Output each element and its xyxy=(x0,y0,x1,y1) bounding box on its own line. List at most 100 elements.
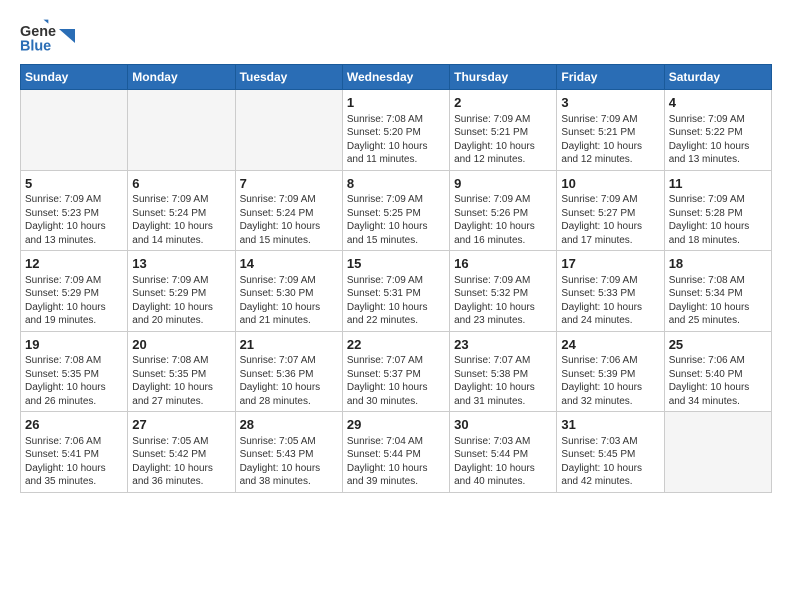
calendar-cell: 10Sunrise: 7:09 AM Sunset: 5:27 PM Dayli… xyxy=(557,170,664,251)
calendar-cell: 16Sunrise: 7:09 AM Sunset: 5:32 PM Dayli… xyxy=(450,251,557,332)
calendar-week-row: 1Sunrise: 7:08 AM Sunset: 5:20 PM Daylig… xyxy=(21,90,772,171)
day-number: 19 xyxy=(25,336,123,354)
weekday-header-monday: Monday xyxy=(128,65,235,90)
day-info: Sunrise: 7:09 AM Sunset: 5:21 PM Dayligh… xyxy=(561,113,659,167)
calendar-week-row: 12Sunrise: 7:09 AM Sunset: 5:29 PM Dayli… xyxy=(21,251,772,332)
day-number: 20 xyxy=(132,336,230,354)
day-number: 13 xyxy=(132,255,230,273)
day-info: Sunrise: 7:09 AM Sunset: 5:21 PM Dayligh… xyxy=(454,113,552,167)
day-number: 12 xyxy=(25,255,123,273)
calendar-cell: 5Sunrise: 7:09 AM Sunset: 5:23 PM Daylig… xyxy=(21,170,128,251)
day-number: 7 xyxy=(240,175,338,193)
calendar-cell xyxy=(235,90,342,171)
calendar-cell: 22Sunrise: 7:07 AM Sunset: 5:37 PM Dayli… xyxy=(342,331,449,412)
day-number: 22 xyxy=(347,336,445,354)
day-number: 30 xyxy=(454,416,552,434)
calendar-cell: 2Sunrise: 7:09 AM Sunset: 5:21 PM Daylig… xyxy=(450,90,557,171)
day-info: Sunrise: 7:07 AM Sunset: 5:36 PM Dayligh… xyxy=(240,354,338,408)
calendar-week-row: 26Sunrise: 7:06 AM Sunset: 5:41 PM Dayli… xyxy=(21,412,772,493)
calendar-cell: 3Sunrise: 7:09 AM Sunset: 5:21 PM Daylig… xyxy=(557,90,664,171)
calendar-cell xyxy=(128,90,235,171)
day-number: 31 xyxy=(561,416,659,434)
calendar-cell: 17Sunrise: 7:09 AM Sunset: 5:33 PM Dayli… xyxy=(557,251,664,332)
calendar-week-row: 19Sunrise: 7:08 AM Sunset: 5:35 PM Dayli… xyxy=(21,331,772,412)
day-info: Sunrise: 7:09 AM Sunset: 5:33 PM Dayligh… xyxy=(561,274,659,328)
calendar-cell: 7Sunrise: 7:09 AM Sunset: 5:24 PM Daylig… xyxy=(235,170,342,251)
calendar-cell: 9Sunrise: 7:09 AM Sunset: 5:26 PM Daylig… xyxy=(450,170,557,251)
day-number: 18 xyxy=(669,255,767,273)
day-number: 21 xyxy=(240,336,338,354)
day-info: Sunrise: 7:09 AM Sunset: 5:31 PM Dayligh… xyxy=(347,274,445,328)
calendar-week-row: 5Sunrise: 7:09 AM Sunset: 5:23 PM Daylig… xyxy=(21,170,772,251)
day-info: Sunrise: 7:04 AM Sunset: 5:44 PM Dayligh… xyxy=(347,435,445,489)
calendar-cell: 27Sunrise: 7:05 AM Sunset: 5:42 PM Dayli… xyxy=(128,412,235,493)
day-info: Sunrise: 7:09 AM Sunset: 5:26 PM Dayligh… xyxy=(454,193,552,247)
day-info: Sunrise: 7:09 AM Sunset: 5:24 PM Dayligh… xyxy=(132,193,230,247)
weekday-header-thursday: Thursday xyxy=(450,65,557,90)
day-info: Sunrise: 7:09 AM Sunset: 5:27 PM Dayligh… xyxy=(561,193,659,247)
calendar-cell: 29Sunrise: 7:04 AM Sunset: 5:44 PM Dayli… xyxy=(342,412,449,493)
calendar-cell: 6Sunrise: 7:09 AM Sunset: 5:24 PM Daylig… xyxy=(128,170,235,251)
day-info: Sunrise: 7:03 AM Sunset: 5:45 PM Dayligh… xyxy=(561,435,659,489)
logo-icon: General Blue xyxy=(20,18,56,54)
calendar-cell: 8Sunrise: 7:09 AM Sunset: 5:25 PM Daylig… xyxy=(342,170,449,251)
calendar-cell: 25Sunrise: 7:06 AM Sunset: 5:40 PM Dayli… xyxy=(664,331,771,412)
day-info: Sunrise: 7:09 AM Sunset: 5:29 PM Dayligh… xyxy=(25,274,123,328)
weekday-header-row: SundayMondayTuesdayWednesdayThursdayFrid… xyxy=(21,65,772,90)
day-number: 17 xyxy=(561,255,659,273)
day-info: Sunrise: 7:06 AM Sunset: 5:39 PM Dayligh… xyxy=(561,354,659,408)
day-number: 5 xyxy=(25,175,123,193)
day-number: 6 xyxy=(132,175,230,193)
day-info: Sunrise: 7:09 AM Sunset: 5:23 PM Dayligh… xyxy=(25,193,123,247)
calendar-cell: 28Sunrise: 7:05 AM Sunset: 5:43 PM Dayli… xyxy=(235,412,342,493)
calendar-cell: 12Sunrise: 7:09 AM Sunset: 5:29 PM Dayli… xyxy=(21,251,128,332)
calendar-cell: 21Sunrise: 7:07 AM Sunset: 5:36 PM Dayli… xyxy=(235,331,342,412)
page: General Blue SundayMondayTuesdayWed xyxy=(0,0,792,612)
weekday-header-friday: Friday xyxy=(557,65,664,90)
day-number: 11 xyxy=(669,175,767,193)
calendar-cell xyxy=(21,90,128,171)
calendar-cell: 4Sunrise: 7:09 AM Sunset: 5:22 PM Daylig… xyxy=(664,90,771,171)
calendar-cell: 24Sunrise: 7:06 AM Sunset: 5:39 PM Dayli… xyxy=(557,331,664,412)
day-info: Sunrise: 7:08 AM Sunset: 5:34 PM Dayligh… xyxy=(669,274,767,328)
day-number: 8 xyxy=(347,175,445,193)
calendar-cell: 14Sunrise: 7:09 AM Sunset: 5:30 PM Dayli… xyxy=(235,251,342,332)
day-number: 9 xyxy=(454,175,552,193)
calendar-cell: 20Sunrise: 7:08 AM Sunset: 5:35 PM Dayli… xyxy=(128,331,235,412)
calendar-cell: 30Sunrise: 7:03 AM Sunset: 5:44 PM Dayli… xyxy=(450,412,557,493)
svg-text:Blue: Blue xyxy=(20,38,51,54)
day-number: 14 xyxy=(240,255,338,273)
day-number: 3 xyxy=(561,94,659,112)
day-number: 2 xyxy=(454,94,552,112)
day-number: 1 xyxy=(347,94,445,112)
day-info: Sunrise: 7:09 AM Sunset: 5:28 PM Dayligh… xyxy=(669,193,767,247)
day-number: 25 xyxy=(669,336,767,354)
day-number: 26 xyxy=(25,416,123,434)
calendar-table: SundayMondayTuesdayWednesdayThursdayFrid… xyxy=(20,64,772,493)
day-number: 29 xyxy=(347,416,445,434)
calendar-cell: 19Sunrise: 7:08 AM Sunset: 5:35 PM Dayli… xyxy=(21,331,128,412)
day-info: Sunrise: 7:05 AM Sunset: 5:43 PM Dayligh… xyxy=(240,435,338,489)
day-number: 28 xyxy=(240,416,338,434)
day-info: Sunrise: 7:03 AM Sunset: 5:44 PM Dayligh… xyxy=(454,435,552,489)
day-info: Sunrise: 7:09 AM Sunset: 5:30 PM Dayligh… xyxy=(240,274,338,328)
logo: General Blue xyxy=(20,18,75,54)
day-info: Sunrise: 7:09 AM Sunset: 5:24 PM Dayligh… xyxy=(240,193,338,247)
calendar-cell: 13Sunrise: 7:09 AM Sunset: 5:29 PM Dayli… xyxy=(128,251,235,332)
calendar-cell: 11Sunrise: 7:09 AM Sunset: 5:28 PM Dayli… xyxy=(664,170,771,251)
calendar-cell: 15Sunrise: 7:09 AM Sunset: 5:31 PM Dayli… xyxy=(342,251,449,332)
day-info: Sunrise: 7:09 AM Sunset: 5:25 PM Dayligh… xyxy=(347,193,445,247)
day-number: 24 xyxy=(561,336,659,354)
calendar-cell: 18Sunrise: 7:08 AM Sunset: 5:34 PM Dayli… xyxy=(664,251,771,332)
weekday-header-tuesday: Tuesday xyxy=(235,65,342,90)
day-info: Sunrise: 7:06 AM Sunset: 5:40 PM Dayligh… xyxy=(669,354,767,408)
calendar-cell: 23Sunrise: 7:07 AM Sunset: 5:38 PM Dayli… xyxy=(450,331,557,412)
header: General Blue xyxy=(20,18,772,54)
day-number: 16 xyxy=(454,255,552,273)
calendar-cell: 31Sunrise: 7:03 AM Sunset: 5:45 PM Dayli… xyxy=(557,412,664,493)
calendar-cell xyxy=(664,412,771,493)
day-info: Sunrise: 7:09 AM Sunset: 5:32 PM Dayligh… xyxy=(454,274,552,328)
day-info: Sunrise: 7:06 AM Sunset: 5:41 PM Dayligh… xyxy=(25,435,123,489)
day-info: Sunrise: 7:07 AM Sunset: 5:37 PM Dayligh… xyxy=(347,354,445,408)
weekday-header-sunday: Sunday xyxy=(21,65,128,90)
